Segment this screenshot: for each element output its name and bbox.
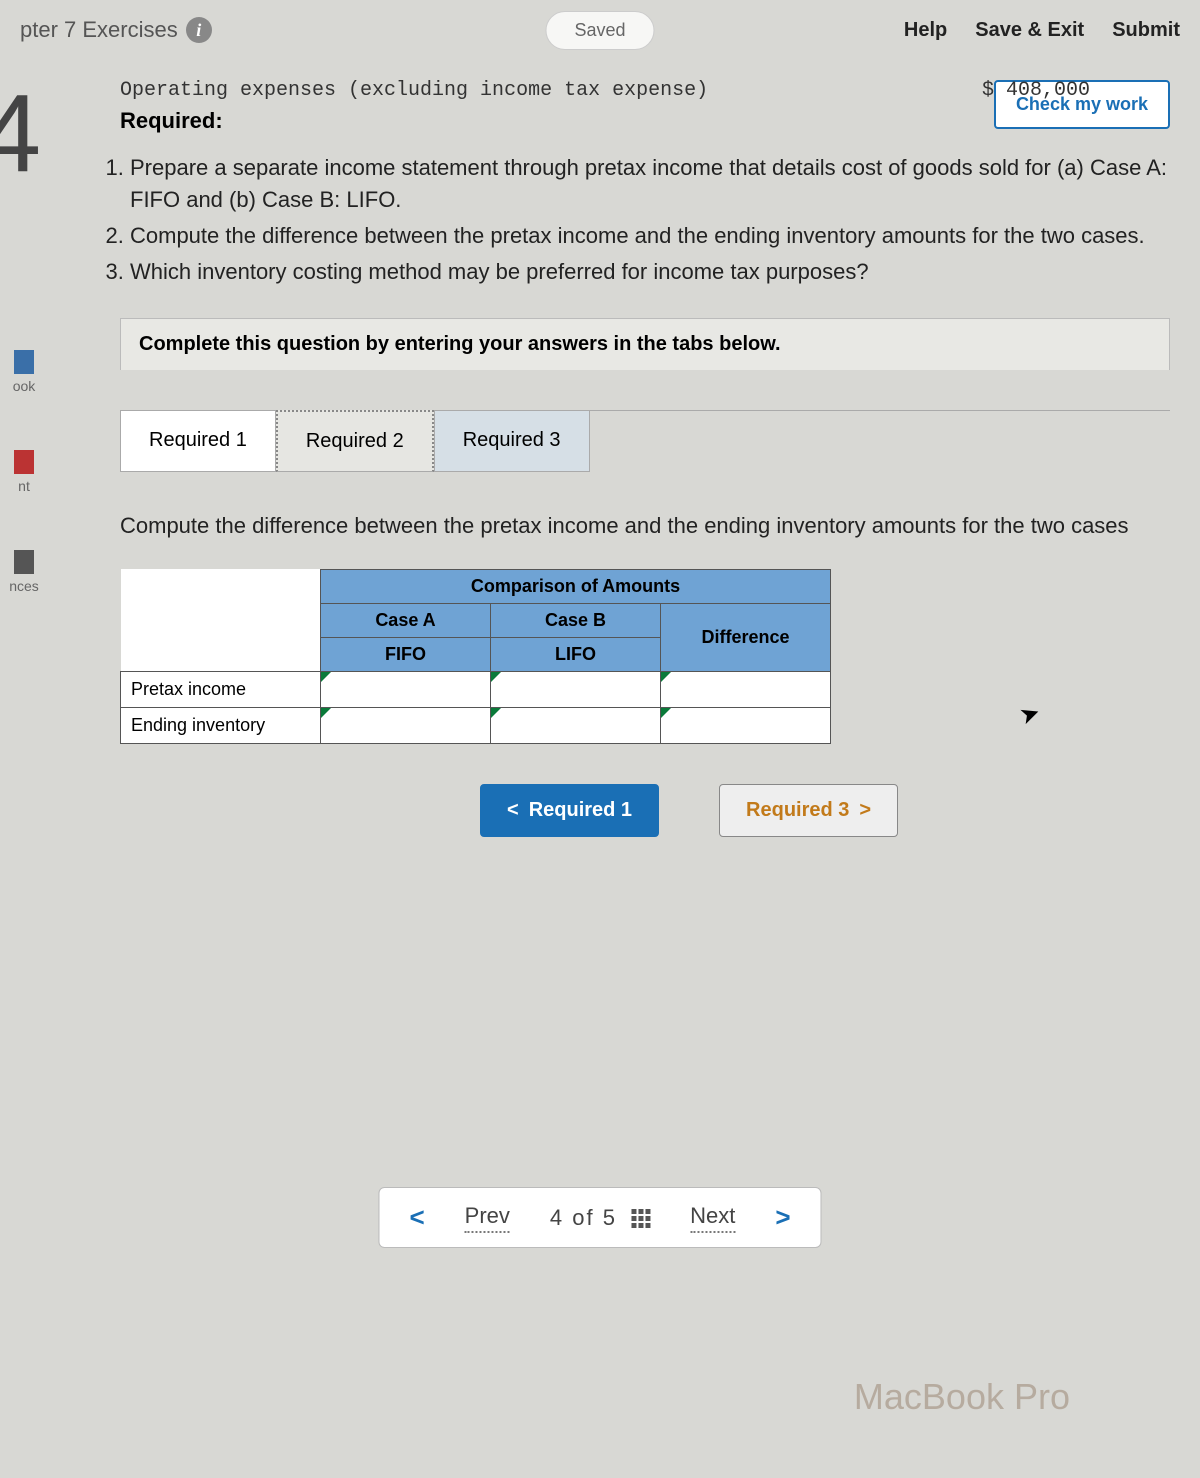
- col-fifo: FIFO: [321, 637, 491, 671]
- title-text: pter 7 Exercises: [20, 17, 178, 43]
- top-actions: Help Save & Exit Submit: [904, 19, 1180, 42]
- cell-marker-icon: [661, 672, 671, 682]
- requirement-2: Compute the difference between the preta…: [130, 220, 1170, 252]
- sidebar-label: ook: [13, 378, 36, 394]
- sidebar-label: nces: [9, 578, 39, 594]
- operating-expense-row: Operating expenses (excluding income tax…: [120, 79, 1170, 102]
- input-endinv-fifo[interactable]: [321, 707, 491, 743]
- sidebar-label: nt: [18, 478, 30, 494]
- tabs-row: Required 1 Required 2 Required 3: [120, 410, 1170, 473]
- question-pager: < Prev 4 of 5 Next >: [378, 1187, 821, 1248]
- saved-badge: Saved: [545, 11, 654, 50]
- help-link[interactable]: Help: [904, 19, 947, 42]
- col-lifo: LIFO: [491, 637, 661, 671]
- requirement-3: Which inventory costing method may be pr…: [130, 256, 1170, 288]
- references-icon: [14, 550, 34, 574]
- tab-required-1[interactable]: Required 1: [120, 410, 276, 472]
- next-button[interactable]: Next: [690, 1203, 735, 1233]
- book-icon: [14, 350, 34, 374]
- chevron-left-icon: <: [409, 1202, 424, 1233]
- cell-marker-icon: [321, 708, 331, 718]
- requirement-1: Prepare a separate income statement thro…: [130, 152, 1170, 216]
- hint-icon: [14, 450, 34, 474]
- tab-required-3[interactable]: Required 3: [434, 410, 590, 472]
- instruction-bar: Complete this question by entering your …: [120, 318, 1170, 370]
- next-tab-button[interactable]: Required 3 >: [719, 784, 898, 837]
- col-difference: Difference: [661, 603, 831, 671]
- top-bar: pter 7 Exercises i Saved Help Save & Exi…: [0, 0, 1200, 60]
- row-pretax-income: Pretax income: [121, 671, 321, 707]
- col-case-a: Case A: [321, 603, 491, 637]
- comparison-table: Comparison of Amounts Case A Case B Diff…: [120, 569, 831, 744]
- chevron-left-icon: <: [507, 799, 519, 822]
- opex-label: Operating expenses (excluding income tax…: [120, 79, 708, 102]
- chevron-right-icon: >: [775, 1202, 790, 1233]
- sidebar-item-ebook[interactable]: ook: [0, 350, 48, 430]
- submit-link[interactable]: Submit: [1112, 19, 1180, 42]
- assignment-title: pter 7 Exercises i: [20, 17, 212, 43]
- row-ending-inventory: Ending inventory: [121, 707, 321, 743]
- tab-required-2[interactable]: Required 2: [276, 410, 434, 472]
- left-rail: ook nt nces: [0, 70, 48, 630]
- input-pretax-diff[interactable]: [661, 671, 831, 707]
- next-tab-label: Required 3: [746, 799, 849, 822]
- table-title: Comparison of Amounts: [321, 569, 831, 603]
- sidebar-item-references[interactable]: nces: [0, 550, 48, 630]
- input-endinv-diff[interactable]: [661, 707, 831, 743]
- grid-icon[interactable]: [631, 1209, 650, 1228]
- device-label: MacBook Pro: [854, 1376, 1070, 1418]
- page-count: 4 of 5: [550, 1205, 650, 1231]
- prev-tab-button[interactable]: < Required 1: [480, 784, 659, 837]
- cell-marker-icon: [661, 708, 671, 718]
- col-case-b: Case B: [491, 603, 661, 637]
- tab-description: Compute the difference between the preta…: [120, 513, 1170, 559]
- info-icon[interactable]: i: [186, 17, 212, 43]
- cell-marker-icon: [491, 708, 501, 718]
- sidebar-item-hint[interactable]: nt: [0, 450, 48, 530]
- input-pretax-lifo[interactable]: [491, 671, 661, 707]
- input-pretax-fifo[interactable]: [321, 671, 491, 707]
- cell-marker-icon: [321, 672, 331, 682]
- cell-marker-icon: [491, 672, 501, 682]
- requirements-list: Prepare a separate income statement thro…: [130, 152, 1170, 288]
- chevron-right-icon: >: [859, 799, 871, 822]
- input-endinv-lifo[interactable]: [491, 707, 661, 743]
- prev-tab-label: Required 1: [529, 799, 632, 822]
- opex-value: $ 408,000: [982, 79, 1090, 102]
- page-count-text: 4 of 5: [550, 1205, 617, 1230]
- save-exit-link[interactable]: Save & Exit: [975, 19, 1084, 42]
- prev-button[interactable]: Prev: [465, 1203, 510, 1233]
- tab-nav-buttons: < Required 1 Required 3 >: [480, 784, 1170, 837]
